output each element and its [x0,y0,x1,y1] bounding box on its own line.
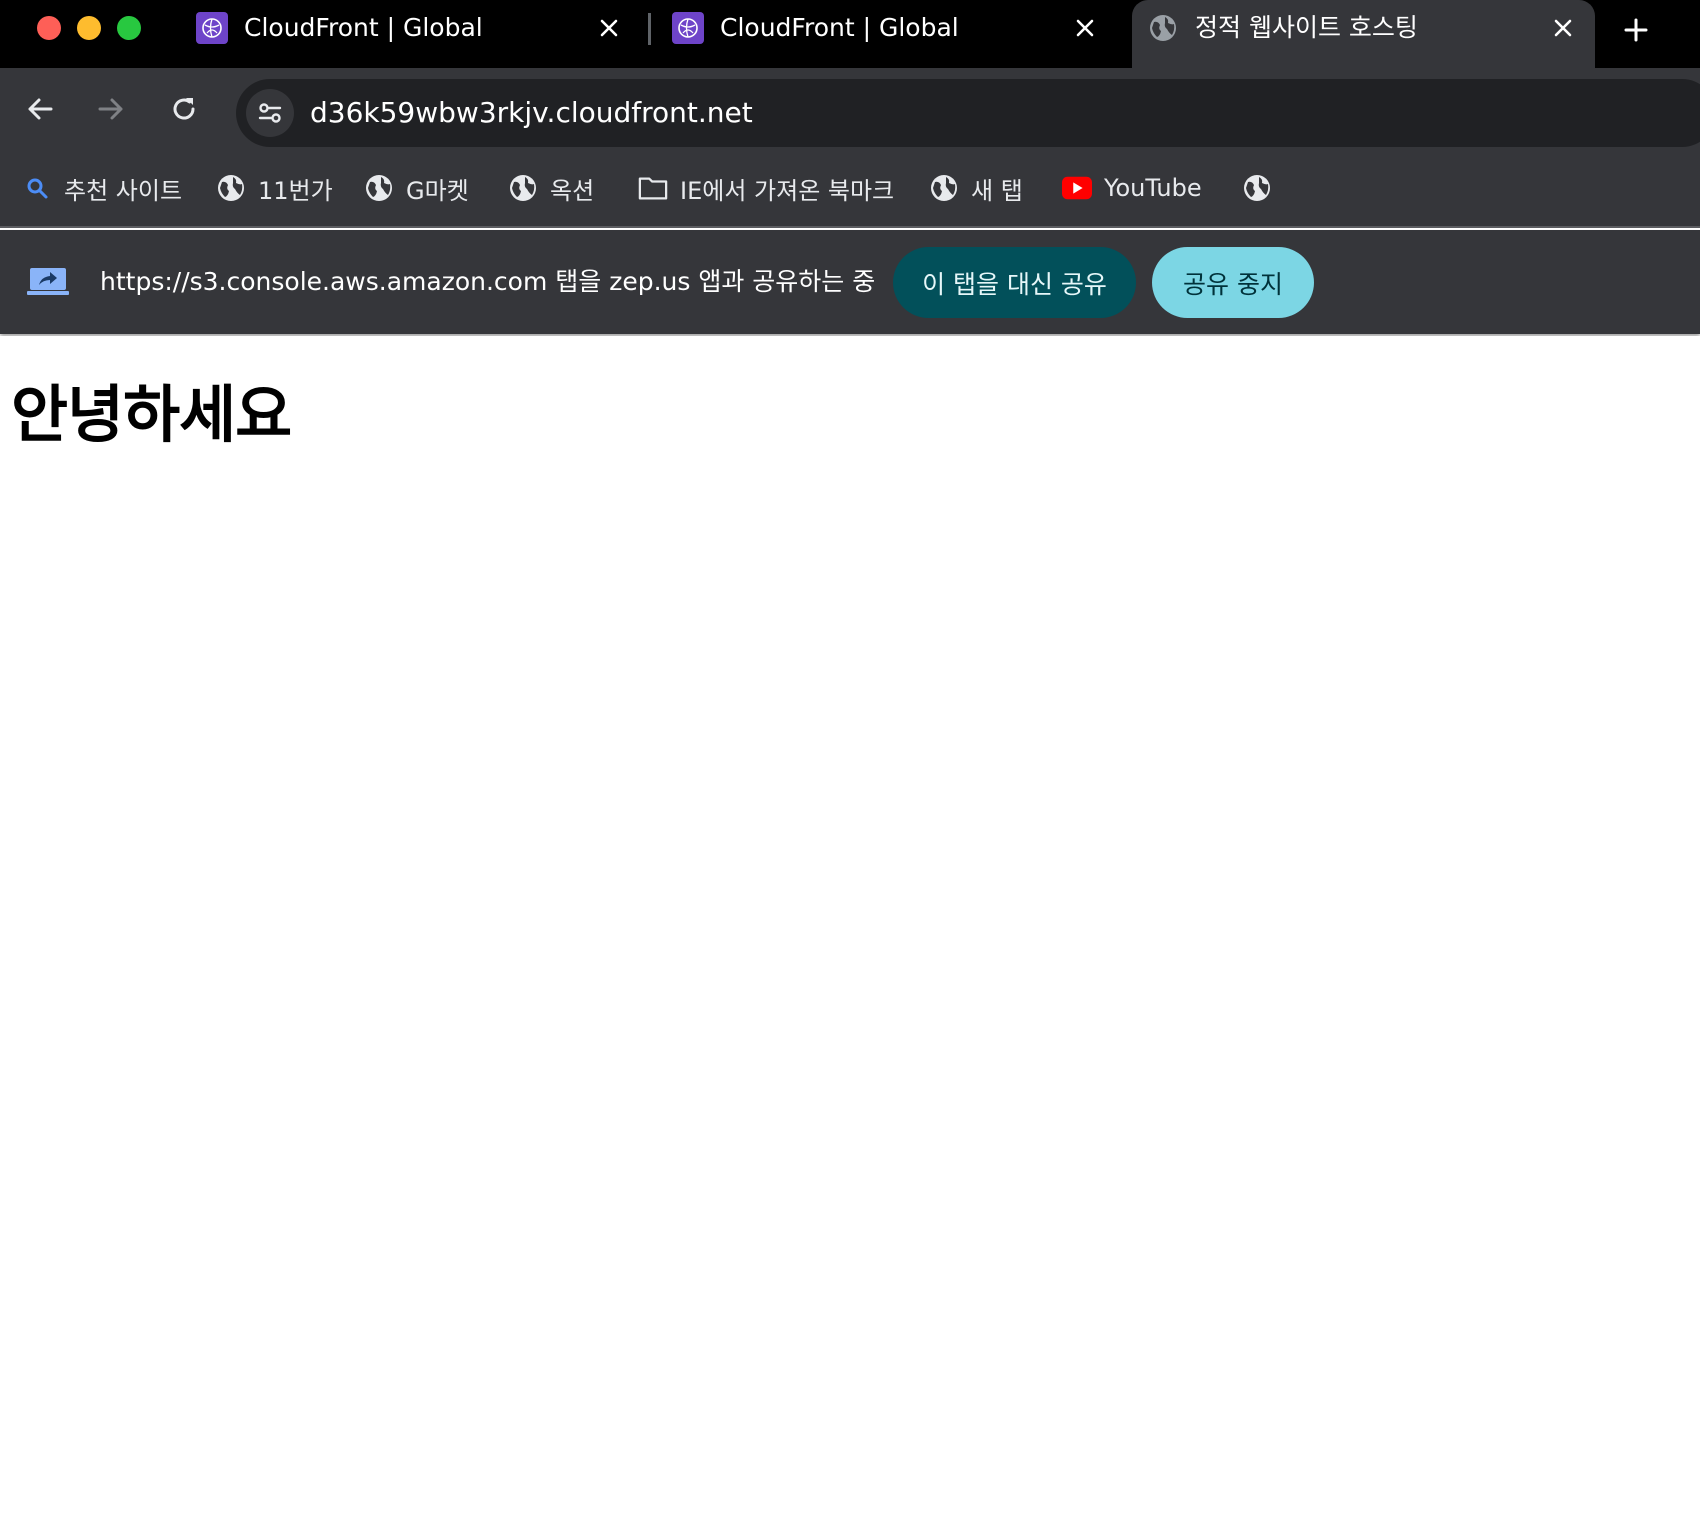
tab-static-hosting[interactable]: 정적 웹사이트 호스팅 [1132,0,1595,68]
tab-title: CloudFront | Global [244,13,483,42]
folder-icon [638,173,668,203]
maximize-window-button[interactable] [117,16,141,40]
arrow-right-icon [98,98,123,120]
bookmark-untitled[interactable] [1242,170,1272,206]
url-text[interactable]: d36k59wbw3rkjv.cloudfront.net [310,79,753,147]
tab-sharing-infobar: https://s3.console.aws.amazon.com 탭을 zep… [0,230,1700,334]
globe-icon [1242,173,1272,203]
forward-button[interactable] [90,88,132,130]
plus-icon [1624,18,1648,42]
bookmark-label: G마켓 [406,176,469,205]
youtube-icon [1062,173,1092,203]
close-window-button[interactable] [37,16,61,40]
tab-strip: CloudFront | Global CloudFront | Global … [0,0,1700,68]
bookmark-auction[interactable]: 옥션 [508,170,594,206]
page-content: 안녕하세요 [0,336,1700,1514]
globe-icon [929,173,959,203]
globe-icon [364,173,394,203]
minimize-window-button[interactable] [77,16,101,40]
bookmark-label: YouTube [1104,174,1202,202]
globe-icon [1147,12,1179,44]
browser-toolbar: d36k59wbw3rkjv.cloudfront.net [0,68,1700,150]
close-tab-icon[interactable] [1069,12,1101,44]
tab-title: 정적 웹사이트 호스팅 [1195,13,1418,42]
tune-icon [258,103,282,123]
globe-icon [216,173,246,203]
bookmark-label: 옥션 [550,176,595,205]
screen-share-icon [27,268,69,295]
bookmark-new-tab[interactable]: 새 탭 [929,170,1023,206]
address-bar[interactable]: d36k59wbw3rkjv.cloudfront.net [236,79,1700,147]
globe-icon [508,173,538,203]
tab-cloudfront-1[interactable]: CloudFront | Global [180,0,640,68]
bookmark-gmarket[interactable]: G마켓 [364,170,469,206]
reload-button[interactable] [163,88,205,130]
bookmark-11st[interactable]: 11번가 [216,170,333,206]
tab-cloudfront-2[interactable]: CloudFront | Global [656,0,1116,68]
bookmark-label: 추천 사이트 [64,176,183,205]
stop-sharing-button[interactable]: 공유 중지 [1152,247,1314,318]
sharing-message: https://s3.console.aws.amazon.com 탭을 zep… [100,267,876,296]
tab-title: CloudFront | Global [720,13,959,42]
bookmark-folder-ie-imports[interactable]: IE에서 가져온 북마크 [638,170,894,206]
bookmark-label: IE에서 가져온 북마크 [680,176,895,205]
bookmark-label: 새 탭 [971,176,1023,205]
bookmark-label: 11번가 [258,176,333,205]
arrow-left-icon [28,98,53,120]
page-heading: 안녕하세요 [11,378,292,451]
search-icon [22,173,52,203]
new-tab-button[interactable] [1618,12,1654,48]
site-info-button[interactable] [246,89,294,137]
bookmark-youtube[interactable]: YouTube [1062,170,1202,206]
back-button[interactable] [19,88,61,130]
close-tab-icon[interactable] [1547,12,1579,44]
tab-divider [648,13,651,45]
bookmark-recommended-sites[interactable]: 추천 사이트 [22,170,182,206]
cloudfront-icon [196,12,228,44]
reload-icon [173,98,195,120]
close-tab-icon[interactable] [593,12,625,44]
cloudfront-icon [672,12,704,44]
share-this-tab-button[interactable]: 이 탭을 대신 공유 [893,247,1136,318]
bookmarks-bar: 추천 사이트 11번가 G마켓 옥션 IE에서 가져온 북마크 새 탭 YouT… [0,150,1700,228]
